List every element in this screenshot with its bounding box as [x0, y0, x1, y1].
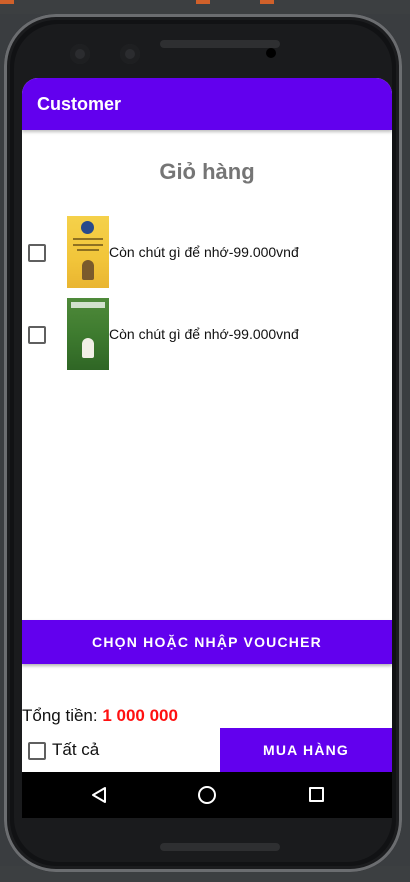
book-cover-yellow — [67, 216, 109, 288]
total-amount: 1 000 000 — [102, 706, 178, 725]
select-all-label: Tất cả — [52, 740, 100, 759]
desktop-tab-marker — [260, 0, 274, 4]
desktop-tab-marker — [196, 0, 210, 4]
recent-apps-icon[interactable] — [309, 787, 324, 802]
earpiece-speaker — [160, 40, 280, 48]
cart-item: Còn chút gì để nhớ-99.000vnđ — [22, 298, 392, 370]
app-bar: Customer — [22, 78, 392, 130]
desktop-top-bar — [0, 0, 410, 14]
total-label: Tổng tiền: — [22, 706, 103, 725]
front-camera-icon — [70, 44, 90, 64]
cart-item-label: Còn chút gì để nhớ-99.000vnđ — [109, 326, 299, 342]
app-bar-title: Customer — [37, 94, 122, 114]
buy-button[interactable]: MUA HÀNG — [220, 728, 392, 772]
cart-item-checkbox[interactable] — [28, 326, 46, 344]
desktop-tab-marker — [0, 0, 14, 4]
book-cover-green — [67, 298, 109, 370]
system-nav-bar — [22, 772, 392, 818]
cart-item-checkbox[interactable] — [28, 244, 46, 262]
cart-item: Còn chút gì để nhớ-99.000vnđ — [22, 216, 392, 288]
total-row: Tổng tiền: 1 000 000 — [22, 706, 178, 726]
page-title: Giỏ hàng — [159, 159, 255, 184]
cart-item-label: Còn chút gì để nhớ-99.000vnđ — [109, 244, 299, 260]
back-icon[interactable] — [90, 786, 108, 804]
app-screen: Customer Giỏ hàng Còn chút gì để nhớ-99.… — [22, 78, 392, 818]
front-camera-icon — [120, 44, 140, 64]
voucher-button[interactable]: CHỌN HOẶC NHẬP VOUCHER — [22, 620, 392, 664]
home-icon[interactable] — [198, 786, 216, 804]
select-all-checkbox[interactable] — [28, 742, 46, 760]
proximity-sensor — [266, 48, 276, 58]
bottom-speaker — [160, 843, 280, 851]
